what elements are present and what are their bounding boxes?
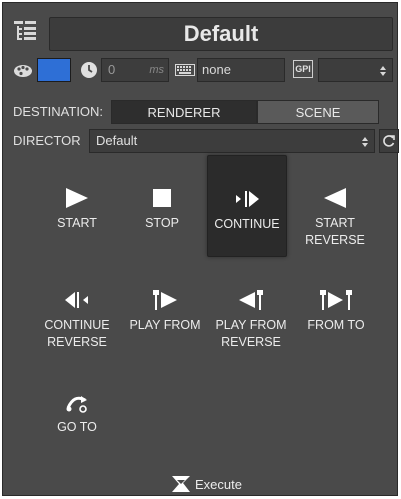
execute-label: Execute xyxy=(195,477,242,492)
delay-unit: ms xyxy=(149,64,164,76)
start-reverse-button[interactable]: START REVERSE xyxy=(295,187,375,249)
from-to-icon xyxy=(320,290,352,310)
gpi-select[interactable] xyxy=(318,58,393,82)
director-value: Default xyxy=(96,133,138,148)
director-control-panel: Default 0 ms none GPI DESTINATION: RENDE… xyxy=(2,2,399,496)
destination-row: DESTINATION: RENDERER SCENE xyxy=(9,100,393,124)
select-arrows-icon xyxy=(380,66,386,76)
start-reverse-label-line2: REVERSE xyxy=(305,233,365,247)
keyboard-icon xyxy=(175,64,195,76)
play-from-reverse-label-line1: PLAY FROM xyxy=(215,318,287,332)
tree-menu-icon[interactable] xyxy=(13,19,37,43)
continue-button[interactable]: CONTINUE xyxy=(207,155,287,257)
destination-scene-option[interactable]: SCENE xyxy=(257,100,379,124)
color-swatch[interactable] xyxy=(37,58,71,82)
from-to-label: FROM TO xyxy=(307,318,365,332)
go-to-icon xyxy=(66,396,87,413)
play-icon xyxy=(66,188,88,208)
continue-reverse-label-line1: CONTINUE xyxy=(44,318,110,332)
start-button[interactable]: START xyxy=(37,187,117,232)
execute-icon xyxy=(172,476,190,492)
reverse-play-icon xyxy=(324,188,346,208)
play-from-icon xyxy=(153,290,177,310)
play-from-reverse-label-line2: REVERSE xyxy=(221,335,281,349)
refresh-button[interactable] xyxy=(379,129,399,153)
go-to-label: GO TO xyxy=(57,420,97,434)
stop-label: STOP xyxy=(145,216,179,230)
destination-renderer-option[interactable]: RENDERER xyxy=(111,100,257,124)
continue-reverse-button[interactable]: CONTINUE REVERSE xyxy=(37,289,117,351)
start-label: START xyxy=(57,216,97,230)
destination-label: DESTINATION: xyxy=(13,104,104,119)
continue-label: CONTINUE xyxy=(214,217,280,231)
play-from-reverse-button[interactable]: PLAY FROM REVERSE xyxy=(211,289,291,351)
refresh-icon xyxy=(383,135,395,147)
play-from-label: PLAY FROM xyxy=(129,318,201,332)
director-select[interactable]: Default xyxy=(89,129,375,153)
director-label: DIRECTOR xyxy=(13,133,81,148)
title-row: Default xyxy=(9,13,393,51)
page-title[interactable]: Default xyxy=(49,17,393,51)
delay-input[interactable]: 0 ms xyxy=(101,58,169,82)
go-to-button[interactable]: GO TO xyxy=(37,391,117,436)
gpi-icon: GPI xyxy=(293,60,313,78)
select-arrows-icon xyxy=(362,137,368,147)
start-reverse-label-line1: START xyxy=(315,216,355,230)
from-to-button[interactable]: FROM TO xyxy=(296,289,376,334)
clock-icon xyxy=(81,62,97,78)
palette-icon xyxy=(14,65,32,77)
play-from-reverse-icon xyxy=(239,290,263,310)
continue-icon xyxy=(236,191,259,207)
play-from-button[interactable]: PLAY FROM xyxy=(125,289,205,334)
continue-reverse-label-line2: REVERSE xyxy=(47,335,107,349)
properties-row: 0 ms none GPI xyxy=(9,58,393,82)
director-row: DIRECTOR Default xyxy=(9,129,399,153)
stop-icon xyxy=(153,189,171,207)
continue-reverse-icon xyxy=(65,292,88,308)
stop-button[interactable]: STOP xyxy=(122,187,202,232)
delay-value: 0 xyxy=(108,62,116,77)
shortcut-input[interactable]: none xyxy=(197,58,285,82)
